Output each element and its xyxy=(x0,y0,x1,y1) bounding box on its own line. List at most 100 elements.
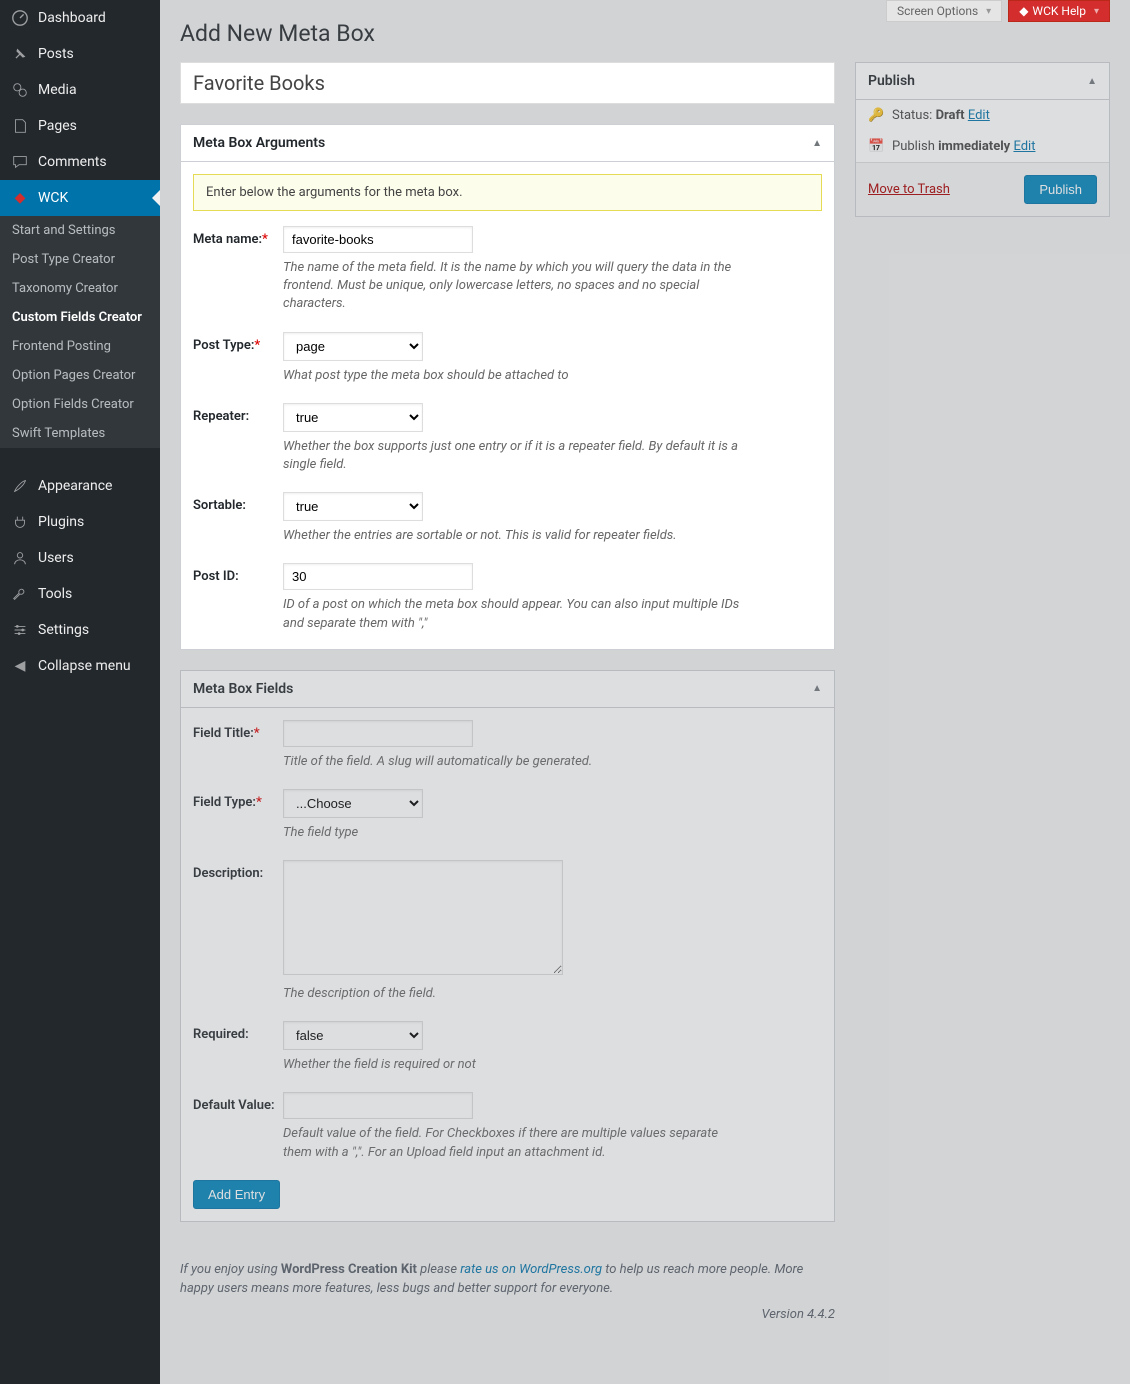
sidebar-label: Media xyxy=(38,82,77,98)
fieldtype-select[interactable]: ...Choose xyxy=(283,789,423,818)
required-label: Required: xyxy=(193,1027,249,1042)
repeater-label: Repeater: xyxy=(193,409,249,424)
fieldtitle-label: Field Title: xyxy=(193,726,254,741)
publish-button[interactable]: Publish xyxy=(1024,175,1097,204)
sidebar-item-dashboard[interactable]: Dashboard xyxy=(0,0,160,36)
title-input-box[interactable]: Favorite Books xyxy=(180,62,835,104)
sidebar-label: Settings xyxy=(38,622,89,638)
sidebar-item-posts[interactable]: Posts xyxy=(0,36,160,72)
postbox-title: Meta Box Arguments xyxy=(193,135,325,151)
repeater-help: Whether the box supports just one entry … xyxy=(283,438,743,474)
calendar-icon: 📅 xyxy=(868,139,884,154)
user-icon xyxy=(10,548,30,568)
repeater-select[interactable]: true xyxy=(283,403,423,432)
postbox-title: Publish xyxy=(868,73,915,89)
wck-help-button[interactable]: ◆ WCK Help xyxy=(1008,0,1110,22)
screen-options-button[interactable]: Screen Options xyxy=(886,0,1002,22)
fieldtype-help: The field type xyxy=(283,824,743,842)
wrench-icon xyxy=(10,584,30,604)
postbox-header[interactable]: Meta Box Arguments ▲ xyxy=(181,125,834,162)
edit-status-link[interactable]: Edit xyxy=(968,108,990,123)
sortable-help: Whether the entries are sortable or not.… xyxy=(283,527,743,545)
default-help: Default value of the field. For Checkbox… xyxy=(283,1125,743,1161)
sidebar-item-users[interactable]: Users xyxy=(0,540,160,576)
sidebar-item-comments[interactable]: Comments xyxy=(0,144,160,180)
posttype-select[interactable]: page xyxy=(283,332,423,361)
plug-icon xyxy=(10,512,30,532)
default-input[interactable] xyxy=(283,1092,473,1119)
status-val: Draft xyxy=(936,108,965,123)
sidebar-label: Users xyxy=(38,550,74,566)
sidebar-item-wck[interactable]: ◆ WCK xyxy=(0,180,160,216)
description-label: Description: xyxy=(193,866,263,881)
footer-note: If you enjoy using WordPress Creation Ki… xyxy=(180,1242,835,1307)
sidebar-sub-fp[interactable]: Frontend Posting xyxy=(0,332,160,361)
sidebar-sub-opc[interactable]: Option Pages Creator xyxy=(0,361,160,390)
sidebar-label: Posts xyxy=(38,46,74,62)
sidebar-item-settings[interactable]: Settings xyxy=(0,612,160,648)
description-textarea[interactable] xyxy=(283,860,563,975)
meta-box-arguments: Meta Box Arguments ▲ Enter below the arg… xyxy=(180,124,835,650)
sidebar-label: Pages xyxy=(38,118,77,134)
sidebar-item-media[interactable]: Media xyxy=(0,72,160,108)
pin-icon xyxy=(10,44,30,64)
edit-publish-link[interactable]: Edit xyxy=(1013,139,1035,154)
dashboard-icon xyxy=(10,8,30,28)
sidebar-label: WCK xyxy=(38,190,68,206)
sidebar-item-plugins[interactable]: Plugins xyxy=(0,504,160,540)
default-label: Default Value: xyxy=(193,1098,275,1113)
required-help: Whether the field is required or not xyxy=(283,1056,743,1074)
sidebar-item-tools[interactable]: Tools xyxy=(0,576,160,612)
postbox-header[interactable]: Publish ▲ xyxy=(856,63,1109,100)
collapse-icon[interactable]: ▲ xyxy=(812,138,822,149)
posttype-help: What post type the meta box should be at… xyxy=(283,367,743,385)
postid-label: Post ID: xyxy=(193,569,239,584)
media-icon xyxy=(10,80,30,100)
postid-input[interactable] xyxy=(283,563,473,590)
sidebar-item-appearance[interactable]: Appearance xyxy=(0,468,160,504)
collapse-icon[interactable]: ▲ xyxy=(812,683,822,694)
fieldtype-label: Field Type: xyxy=(193,795,256,810)
sidebar-label: Dashboard xyxy=(38,10,106,26)
sidebar-collapse[interactable]: ◀ Collapse menu xyxy=(0,648,160,684)
sortable-select[interactable]: true xyxy=(283,492,423,521)
required-select[interactable]: false xyxy=(283,1021,423,1050)
info-notice: Enter below the arguments for the meta b… xyxy=(193,174,822,211)
sidebar-sub-ptc[interactable]: Post Type Creator xyxy=(0,245,160,274)
sidebar-label: Plugins xyxy=(38,514,84,530)
pub-pre: Publish xyxy=(892,139,935,154)
postbox-header[interactable]: Meta Box Fields ▲ xyxy=(181,671,834,708)
metaname-help: The name of the meta field. It is the na… xyxy=(283,259,743,314)
sidebar-sub-start[interactable]: Start and Settings xyxy=(0,216,160,245)
sliders-icon xyxy=(10,620,30,640)
sidebar-label: Comments xyxy=(38,154,107,170)
sidebar-sub-ofc[interactable]: Option Fields Creator xyxy=(0,390,160,419)
rate-link[interactable]: rate us on WordPress.org xyxy=(460,1262,602,1277)
metaname-input[interactable] xyxy=(283,226,473,253)
description-help: The description of the field. xyxy=(283,985,743,1003)
sidebar-item-pages[interactable]: Pages xyxy=(0,108,160,144)
add-entry-button[interactable]: Add Entry xyxy=(193,1180,280,1209)
admin-sidebar: Dashboard Posts Media Pages Comments ◆ W… xyxy=(0,0,160,1384)
fieldtitle-input[interactable] xyxy=(283,720,473,747)
sidebar-label: Collapse menu xyxy=(38,658,131,674)
move-to-trash-link[interactable]: Move to Trash xyxy=(868,182,950,197)
brush-icon xyxy=(10,476,30,496)
sidebar-sub-st[interactable]: Swift Templates xyxy=(0,419,160,448)
sidebar-label: Tools xyxy=(38,586,72,602)
posttype-label: Post Type: xyxy=(193,338,254,353)
sidebar-sub-cfc[interactable]: Custom Fields Creator xyxy=(0,303,160,332)
meta-box-fields: Meta Box Fields ▲ Field Title:* Title of… xyxy=(180,670,835,1222)
collapse-icon[interactable]: ▲ xyxy=(1087,76,1097,87)
version-text: Version 4.4.2 xyxy=(180,1307,835,1322)
page-icon xyxy=(10,116,30,136)
pub-val: immediately xyxy=(938,139,1010,154)
wck-icon: ◆ xyxy=(10,188,30,208)
comment-icon xyxy=(10,152,30,172)
postbox-title: Meta Box Fields xyxy=(193,681,293,697)
sortable-label: Sortable: xyxy=(193,498,246,513)
sidebar-sub-tc[interactable]: Taxonomy Creator xyxy=(0,274,160,303)
collapse-icon: ◀ xyxy=(10,656,30,676)
publish-box: Publish ▲ 🔑 Status: Draft Edit 📅 Publish… xyxy=(855,62,1110,217)
postid-help: ID of a post on which the meta box shoul… xyxy=(283,596,743,632)
